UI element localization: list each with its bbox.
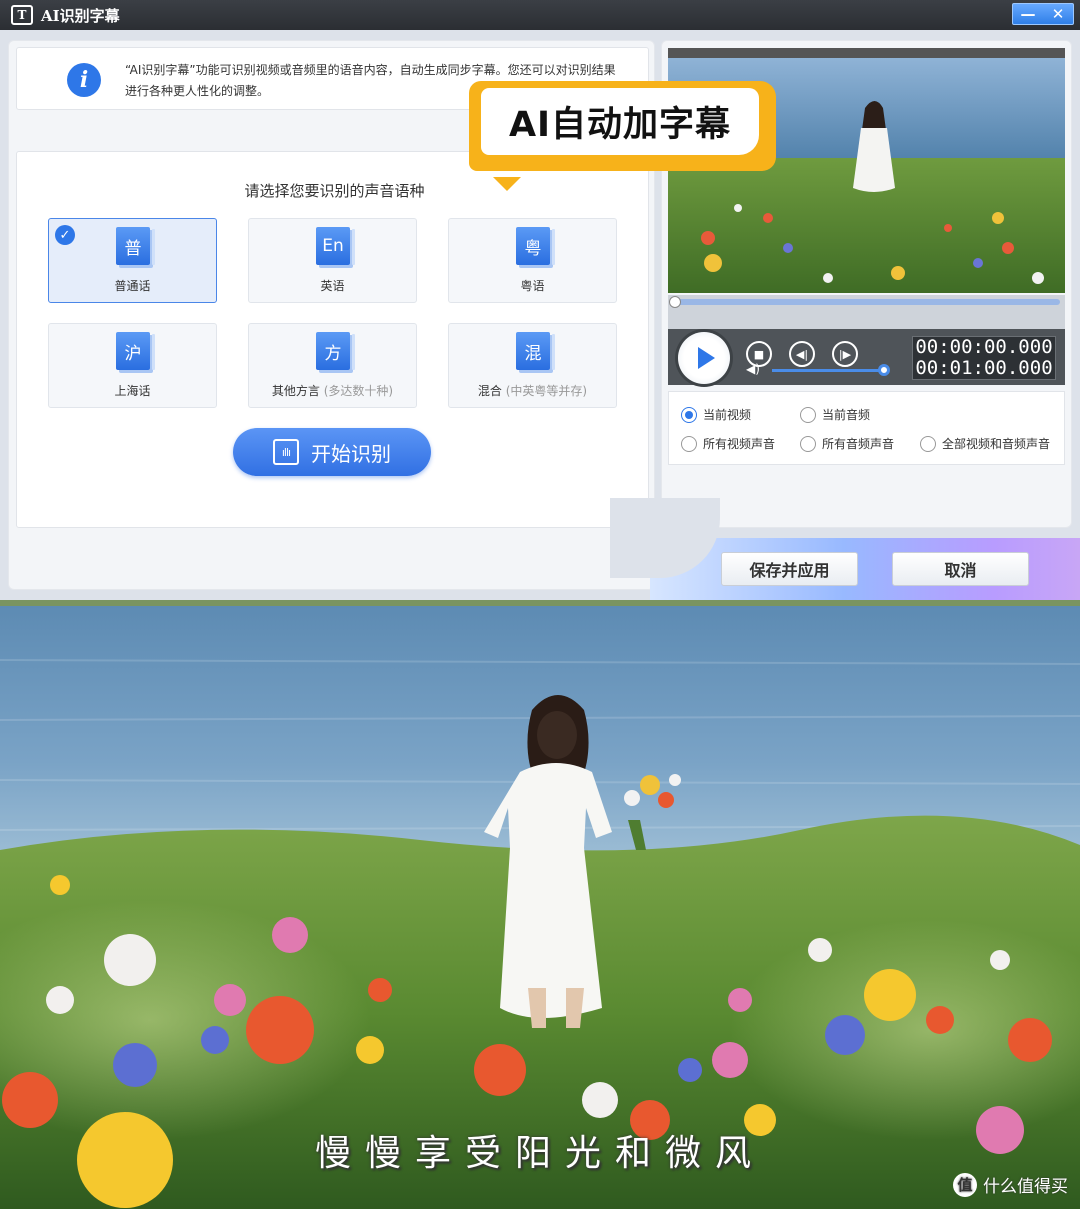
radio-current-audio[interactable]: 当前音频	[800, 406, 870, 423]
next-frame-button[interactable]: |▶	[832, 341, 858, 367]
current-time: 00:00:00.000	[915, 336, 1053, 358]
language-label: 粤语	[520, 279, 545, 293]
volume-slider[interactable]	[772, 369, 884, 372]
book-icon: 方	[316, 332, 355, 370]
time-display: 00:00:00.000 00:01:00.000	[912, 336, 1056, 380]
window-controls: — ✕	[1012, 3, 1074, 25]
stop-icon: ■	[753, 347, 765, 361]
callout-text: AI自动加字幕	[481, 88, 759, 155]
minimize-button[interactable]: —	[1013, 4, 1043, 24]
book-icon: 普	[116, 227, 155, 265]
language-panel: 请选择您要识别的声音语种 ✓ 普 普通话 En 英语 粤 粤语 沪 上海话 方 …	[16, 151, 649, 528]
save-and-apply-button[interactable]: 保存并应用	[721, 552, 858, 586]
radio-all-audio-sound[interactable]: 所有音频声音	[800, 435, 894, 452]
step-back-icon: ◀|	[795, 347, 809, 361]
voice-scan-icon: ıllı	[273, 439, 299, 465]
language-label: 上海话	[114, 384, 151, 398]
result-video-frame: 慢慢享受阳光和微风 值 什么值得买	[0, 600, 1080, 1209]
start-recognition-button[interactable]: ıllı 开始识别	[233, 428, 431, 476]
radio-icon	[800, 435, 816, 452]
book-icon: 混	[516, 332, 555, 370]
book-icon: 粤	[516, 227, 555, 265]
language-option-shanghainese[interactable]: 沪 上海话	[48, 323, 217, 408]
radio-current-video[interactable]: 当前视频	[681, 406, 751, 423]
window-title: AI识别字幕	[41, 6, 120, 25]
language-option-cantonese[interactable]: 粤 粤语	[448, 218, 617, 303]
language-option-dialects[interactable]: 方 其他方言 (多达数十种)	[248, 323, 417, 408]
timeline-playhead[interactable]	[669, 296, 681, 308]
timeline[interactable]	[668, 295, 1065, 329]
source-options: 当前视频 当前音频 所有视频声音 所有音频声音 全部视频和音频声音	[668, 391, 1065, 465]
language-option-english[interactable]: En 英语	[248, 218, 417, 303]
watermark-logo-icon: 值	[953, 1172, 977, 1197]
timeline-track[interactable]	[674, 299, 1060, 305]
volume-icon[interactable]: ◀)	[746, 362, 760, 376]
radio-selected-icon	[681, 406, 697, 423]
radio-all-video-sound[interactable]: 所有视频声音	[681, 435, 775, 452]
app-logo-icon: T	[11, 5, 33, 25]
callout-arrow	[493, 177, 521, 191]
cancel-button[interactable]: 取消	[892, 552, 1029, 586]
close-button[interactable]: ✕	[1043, 4, 1073, 24]
play-button[interactable]	[678, 332, 730, 384]
play-icon	[698, 347, 715, 369]
radio-icon	[920, 435, 936, 452]
info-icon: i	[67, 63, 101, 97]
total-time: 00:01:00.000	[915, 357, 1053, 379]
scene-image	[0, 600, 1080, 1209]
watermark-text: 什么值得买	[983, 1177, 1068, 1197]
check-icon: ✓	[55, 225, 75, 245]
language-label: 其他方言 (多达数十种)	[271, 384, 394, 398]
language-label: 英语	[320, 279, 345, 293]
language-label: 混合 (中英粤等并存)	[477, 384, 588, 398]
player-controls: ■ ◀| |▶ ◀) 00:00:00.000 00:01:00.000	[668, 329, 1065, 385]
start-recognition-label: 开始识别	[311, 441, 391, 466]
book-icon: En	[316, 227, 355, 265]
radio-icon	[681, 435, 697, 452]
language-option-mandarin[interactable]: ✓ 普 普通话	[48, 218, 217, 303]
language-note: (多达数十种)	[323, 384, 394, 398]
language-label: 普通话	[114, 279, 151, 293]
title-bar: T AI识别字幕 — ✕	[0, 0, 1080, 30]
volume-knob[interactable]	[878, 364, 891, 376]
language-note: (中英粤等并存)	[505, 384, 588, 398]
language-option-mixed[interactable]: 混 混合 (中英粤等并存)	[448, 323, 617, 408]
step-forward-icon: |▶	[838, 347, 852, 361]
watermark: 值 什么值得买	[953, 1172, 1068, 1197]
book-icon: 沪	[116, 332, 155, 370]
previous-frame-button[interactable]: ◀|	[789, 341, 815, 367]
language-heading: 请选择您要识别的声音语种	[244, 182, 425, 200]
radio-icon	[800, 406, 816, 423]
screen: T AI识别字幕 — ✕ i “AI识别字幕”功能可识别视频或音频里的语音内容，…	[0, 0, 1080, 1209]
video-subtitle: 慢慢享受阳光和微风	[314, 1133, 765, 1174]
callout-banner: AI自动加字幕	[469, 81, 776, 171]
radio-all-video-and-audio[interactable]: 全部视频和音频声音	[920, 435, 1050, 452]
